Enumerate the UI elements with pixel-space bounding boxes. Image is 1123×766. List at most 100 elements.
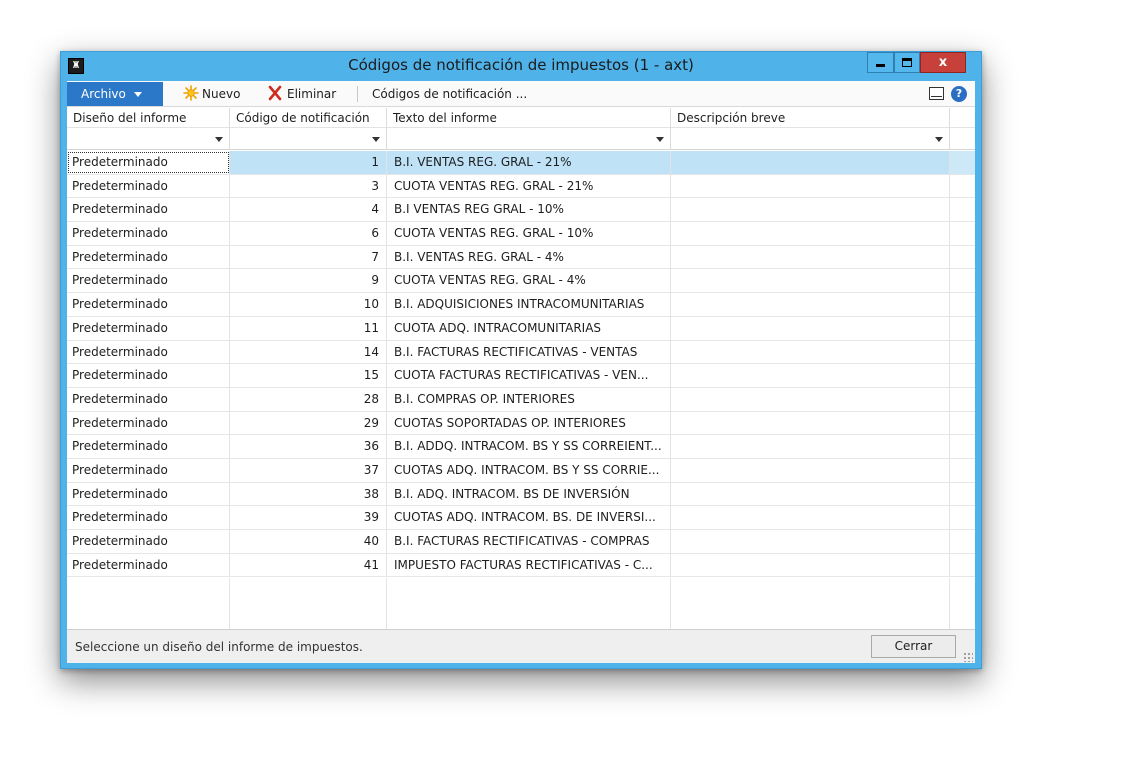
eliminar-button[interactable]: Eliminar <box>267 81 336 107</box>
table-row[interactable]: Predeterminado 37 CUOTAS ADQ. INTRACOM. BS… <box>67 458 975 483</box>
cell-description[interactable] <box>671 553 950 577</box>
table-row[interactable]: Predeterminado 6 CUOTA VENTAS REG. GRAL - … <box>67 222 975 246</box>
cell-text[interactable]: B.I VENTAS REG GRAL - 10% <box>387 198 671 222</box>
cell-description[interactable] <box>671 411 950 435</box>
cell-text[interactable]: CUOTAS ADQ. INTRACOM. BS Y SS CORRIE... <box>387 458 671 482</box>
cell-design[interactable]: Predeterminado <box>67 174 230 198</box>
cell-code[interactable]: 29 <box>230 411 387 435</box>
table-row[interactable]: Predeterminado 7 B.I. VENTAS REG. GRAL - 4… <box>67 245 975 270</box>
cell-text[interactable]: CUOTAS ADQ. INTRACOM. BS. DE INVERSI... <box>387 506 671 530</box>
cell-code[interactable]: 6 <box>230 222 387 246</box>
help-icon[interactable]: ? <box>951 86 967 102</box>
cell-design[interactable]: Predeterminado <box>67 269 230 293</box>
title-bar[interactable]: Ж Códigos de notificación de impuestos (… <box>61 52 981 80</box>
column-header-design[interactable]: Diseño del informe <box>67 108 230 128</box>
cell-text[interactable]: CUOTA VENTAS REG. GRAL - 10% <box>387 222 671 246</box>
cell-text[interactable]: B.I. ADQUISICIONES INTRACOMUNITARIAS <box>387 293 671 317</box>
filter-text[interactable] <box>387 128 671 150</box>
table-row[interactable]: Predeterminado 40 B.I. FACTURAS RECTIFICAT… <box>67 530 975 554</box>
cell-design[interactable]: Predeterminado <box>67 435 230 459</box>
cell-design[interactable]: Predeterminado <box>67 198 230 222</box>
table-row[interactable]: Predeterminado 39 CUOTAS ADQ. INTRACOM. BS… <box>67 506 975 530</box>
cell-description[interactable] <box>671 222 950 246</box>
cell-design[interactable]: Predeterminado <box>67 458 230 482</box>
cell-code[interactable]: 11 <box>230 316 387 340</box>
cell-description[interactable] <box>671 293 950 317</box>
cell-description[interactable] <box>671 506 950 530</box>
cell-code[interactable]: 28 <box>230 387 387 411</box>
cell-design[interactable]: Predeterminado <box>67 293 230 317</box>
filter-code[interactable] <box>230 128 387 150</box>
table-row[interactable]: Predeterminado 38 B.I. ADQ. INTRACOM. BS D… <box>67 482 975 507</box>
cell-text[interactable]: IMPUESTO FACTURAS RECTIFICATIVAS - C... <box>387 553 671 577</box>
cell-description[interactable] <box>671 482 950 506</box>
close-window-button[interactable]: x <box>920 52 966 73</box>
filter-description[interactable] <box>671 128 950 150</box>
cell-code[interactable]: 10 <box>230 293 387 317</box>
column-header-description[interactable]: Descripción breve <box>671 108 950 128</box>
cell-description[interactable] <box>671 198 950 222</box>
cell-code[interactable]: 4 <box>230 198 387 222</box>
cerrar-button[interactable]: Cerrar <box>871 635 956 658</box>
cell-design[interactable]: Predeterminado <box>67 245 230 269</box>
cell-code[interactable]: 3 <box>230 174 387 198</box>
cell-design[interactable]: Predeterminado <box>67 340 230 364</box>
cell-description[interactable] <box>671 174 950 198</box>
cell-text[interactable]: CUOTA VENTAS REG. GRAL - 4% <box>387 269 671 293</box>
codigos-notificacion-button[interactable]: Códigos de notificación ... <box>372 81 527 107</box>
cell-text[interactable]: CUOTAS SOPORTADAS OP. INTERIORES <box>387 411 671 435</box>
cell-design[interactable]: Predeterminado <box>67 411 230 435</box>
cell-description[interactable] <box>671 364 950 388</box>
cell-design[interactable]: Predeterminado <box>67 316 230 340</box>
cell-description[interactable] <box>671 269 950 293</box>
resize-grip-icon[interactable] <box>963 652 973 662</box>
cell-design[interactable]: Predeterminado <box>67 553 230 577</box>
cell-code[interactable]: 9 <box>230 269 387 293</box>
nuevo-button[interactable]: Nuevo <box>183 81 240 107</box>
cell-text[interactable]: CUOTA VENTAS REG. GRAL - 21% <box>387 174 671 198</box>
cell-code[interactable]: 41 <box>230 553 387 577</box>
table-row[interactable]: Predeterminado 36 B.I. ADDQ. INTRACOM. BS … <box>67 435 975 459</box>
cell-text[interactable]: B.I. ADDQ. INTRACOM. BS Y SS CORREIENT..… <box>387 435 671 459</box>
cell-design[interactable]: Predeterminado <box>67 482 230 506</box>
table-row[interactable]: Predeterminado 1 B.I. VENTAS REG. GRAL - 2… <box>67 151 975 175</box>
cell-design[interactable]: Predeterminado <box>67 151 230 174</box>
table-row[interactable]: Predeterminado 10 B.I. ADQUISICIONES INTRA… <box>67 293 975 317</box>
cell-description[interactable] <box>671 530 950 553</box>
cell-description[interactable] <box>671 151 950 174</box>
cell-text[interactable]: B.I. VENTAS REG. GRAL - 21% <box>387 151 671 174</box>
table-row[interactable]: Predeterminado 4 B.I VENTAS REG GRAL - 10% <box>67 198 975 223</box>
cell-code[interactable]: 39 <box>230 506 387 530</box>
minimize-button[interactable] <box>867 52 894 73</box>
cell-text[interactable]: CUOTA FACTURAS RECTIFICATIVAS - VEN... <box>387 364 671 388</box>
cell-code[interactable]: 7 <box>230 245 387 269</box>
cell-code[interactable]: 1 <box>230 151 387 174</box>
cell-code[interactable]: 15 <box>230 364 387 388</box>
cell-description[interactable] <box>671 435 950 459</box>
cell-text[interactable]: B.I. FACTURAS RECTIFICATIVAS - VENTAS <box>387 340 671 364</box>
cell-text[interactable]: B.I. ADQ. INTRACOM. BS DE INVERSIÓN <box>387 482 671 506</box>
cell-code[interactable]: 38 <box>230 482 387 506</box>
table-row[interactable]: Predeterminado 11 CUOTA ADQ. INTRACOMUNITA… <box>67 316 975 341</box>
cell-text[interactable]: B.I. COMPRAS OP. INTERIORES <box>387 387 671 411</box>
cell-design[interactable]: Predeterminado <box>67 506 230 530</box>
cell-description[interactable] <box>671 458 950 482</box>
table-row[interactable]: Predeterminado 41 IMPUESTO FACTURAS RECTIF… <box>67 553 975 578</box>
cell-description[interactable] <box>671 245 950 269</box>
cell-design[interactable]: Predeterminado <box>67 222 230 246</box>
cell-description[interactable] <box>671 340 950 364</box>
table-row[interactable]: Predeterminado 28 B.I. COMPRAS OP. INTERIO… <box>67 387 975 412</box>
column-header-text[interactable]: Texto del informe <box>387 108 671 128</box>
cell-code[interactable]: 36 <box>230 435 387 459</box>
cell-text[interactable]: CUOTA ADQ. INTRACOMUNITARIAS <box>387 316 671 340</box>
cell-design[interactable]: Predeterminado <box>67 387 230 411</box>
table-row[interactable]: Predeterminado 14 B.I. FACTURAS RECTIFICAT… <box>67 340 975 365</box>
cell-text[interactable]: B.I. VENTAS REG. GRAL - 4% <box>387 245 671 269</box>
column-header-code[interactable]: Código de notificación <box>230 108 387 128</box>
cell-text[interactable]: B.I. FACTURAS RECTIFICATIVAS - COMPRAS <box>387 530 671 553</box>
cell-code[interactable]: 40 <box>230 530 387 553</box>
cell-design[interactable]: Predeterminado <box>67 530 230 553</box>
cell-description[interactable] <box>671 387 950 411</box>
table-row[interactable]: Predeterminado 3 CUOTA VENTAS REG. GRAL - … <box>67 174 975 199</box>
show-hide-pane-icon[interactable] <box>929 87 944 100</box>
